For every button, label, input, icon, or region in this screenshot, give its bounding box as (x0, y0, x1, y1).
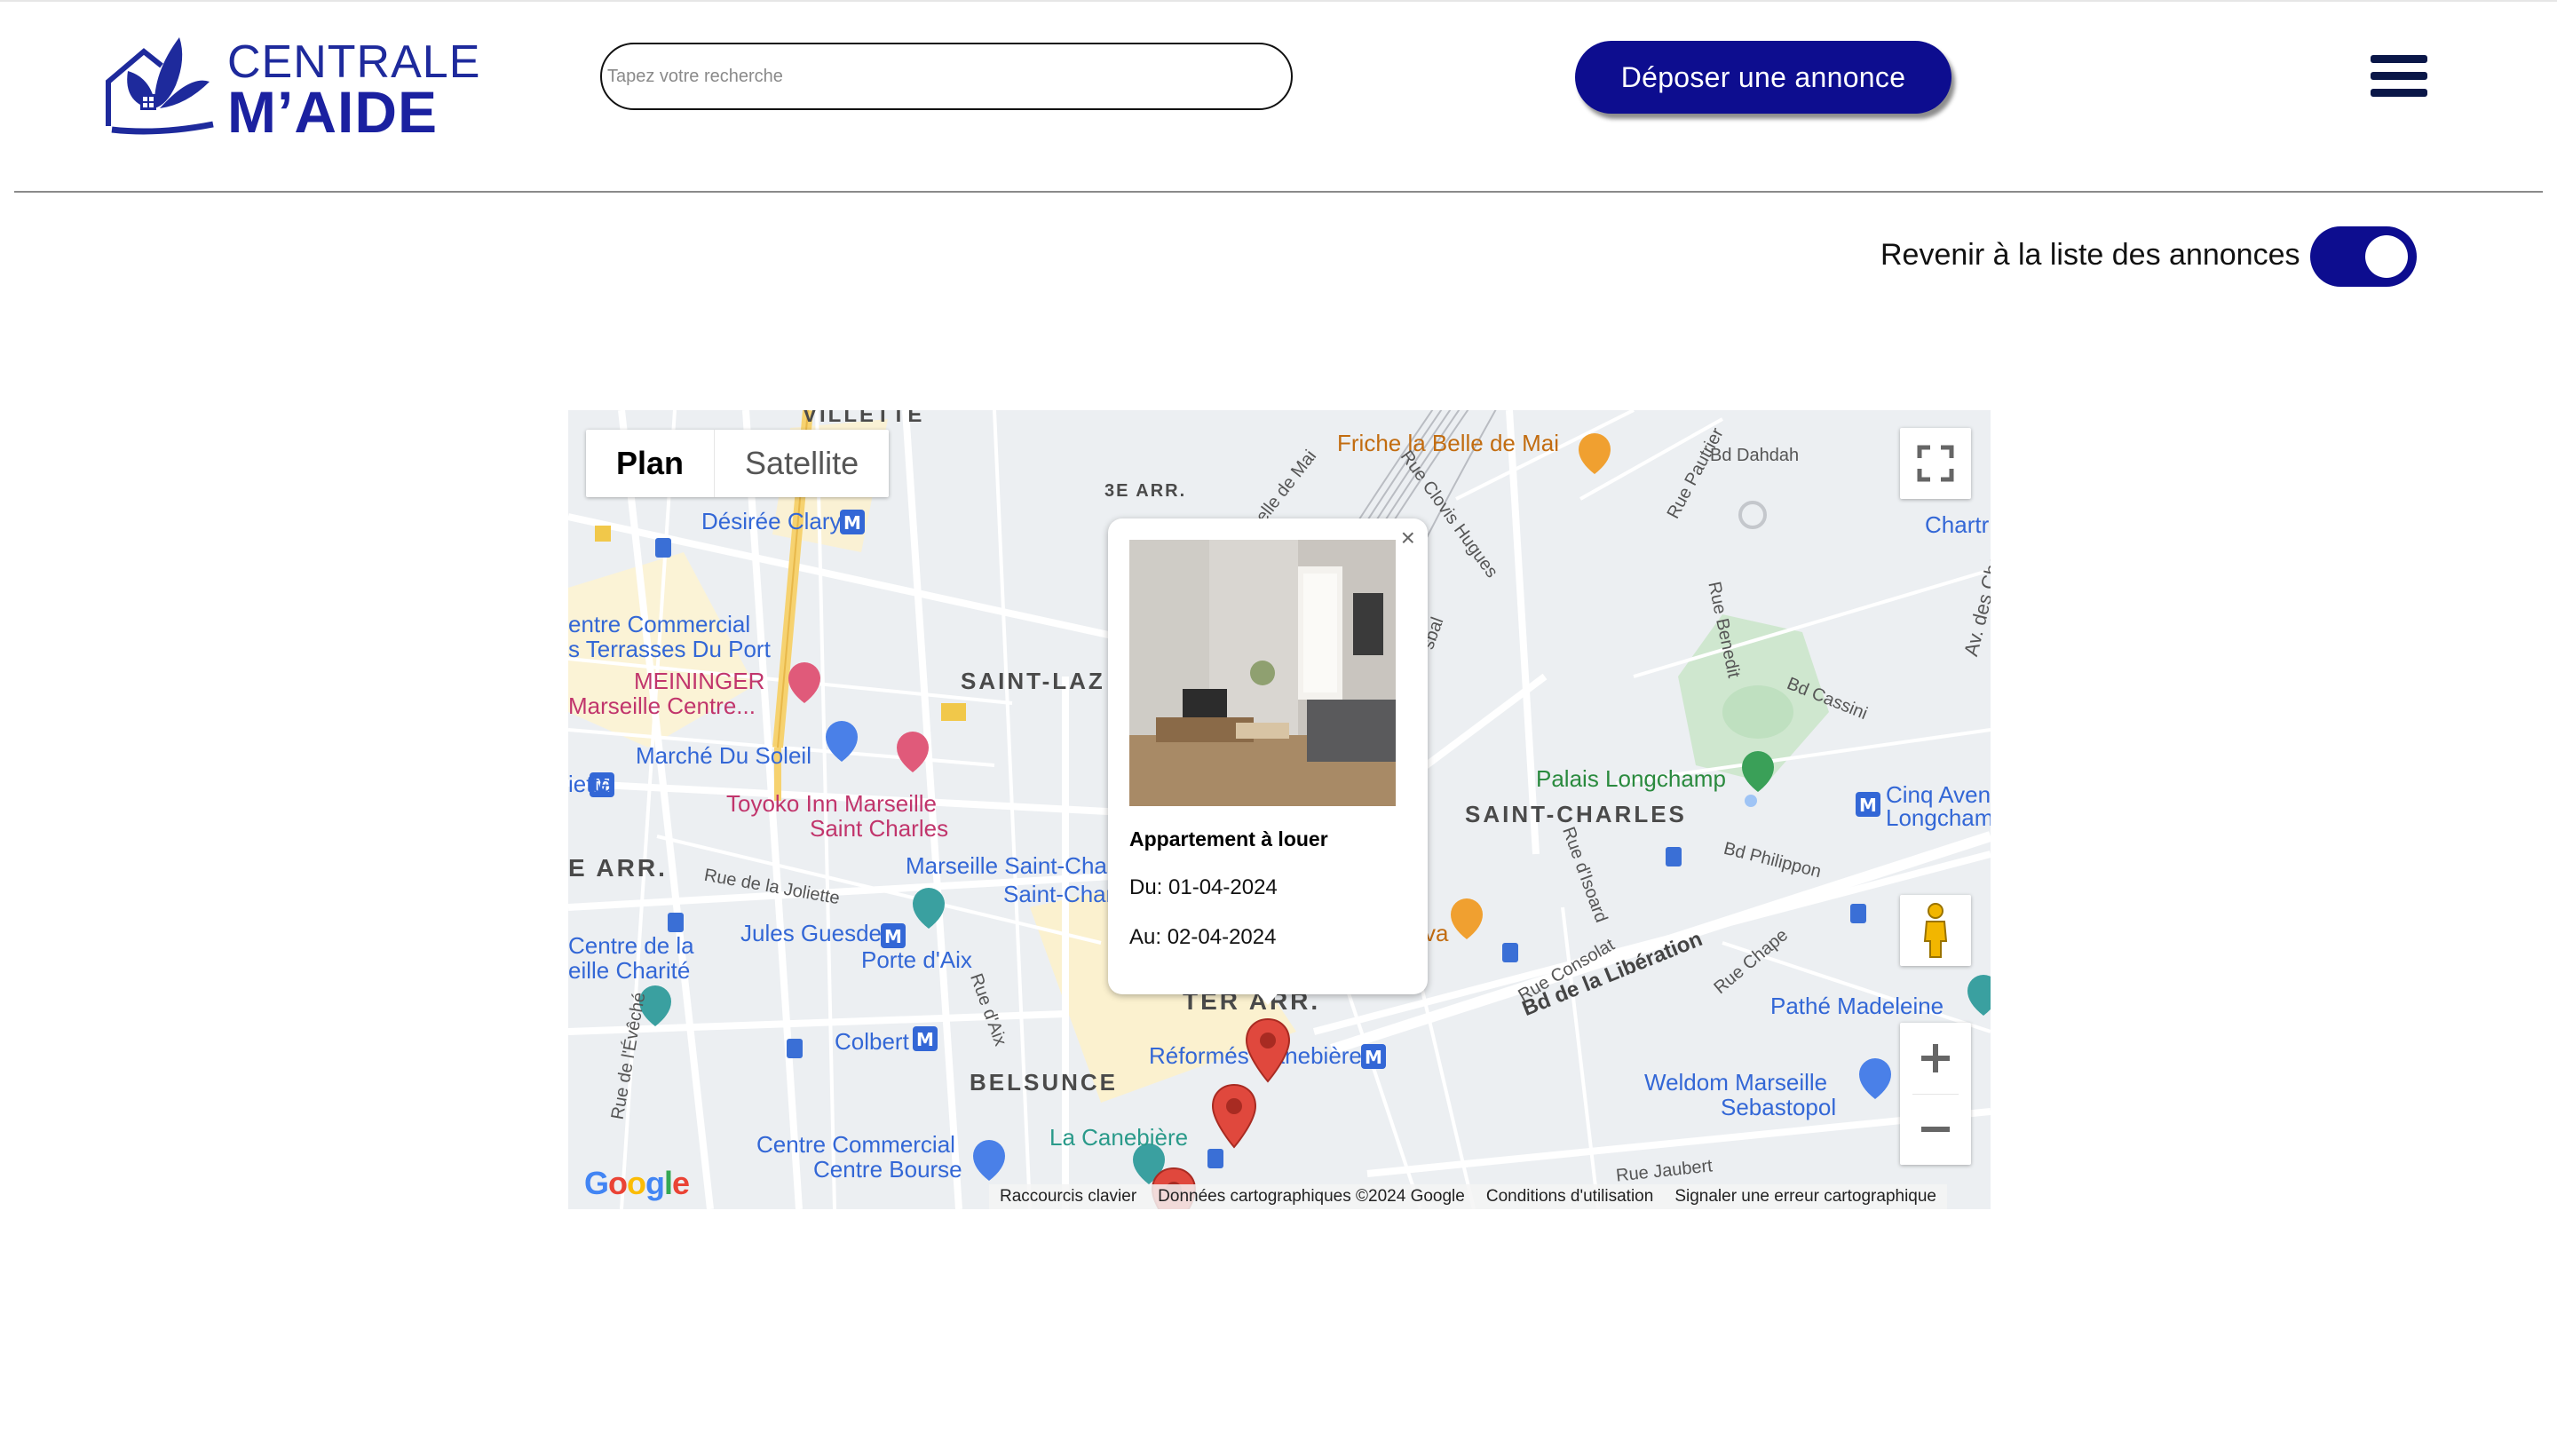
zoom-in-button[interactable] (1900, 1023, 1971, 1094)
apartment-photo-image (1129, 540, 1396, 806)
label-cc-line2: s Terrasses Du Port (568, 636, 771, 662)
top-border (0, 0, 2557, 2)
fullscreen-icon (1917, 445, 1954, 482)
toggle-knob (2365, 235, 2408, 278)
terms-link[interactable]: Conditions d'utilisation (1486, 1187, 1653, 1207)
map-type-control: Plan Satellite (586, 430, 890, 497)
google-logo[interactable]: Google (584, 1165, 690, 1202)
map-attribution-bar: Raccourcis clavier Données cartographiqu… (989, 1184, 1947, 1209)
label-arr-e: E ARR. (568, 854, 668, 882)
header-divider (14, 191, 2543, 193)
site-logo[interactable]: CENTRALE M’AIDE (105, 20, 479, 145)
street-view-button[interactable] (1900, 895, 1971, 966)
toggle-label: Revenir à la liste des annonces (1880, 238, 2300, 272)
zoom-out-button[interactable] (1900, 1094, 1971, 1165)
svg-text:M: M (843, 512, 861, 534)
post-ad-button[interactable]: Déposer une annonce (1575, 41, 1951, 114)
label-cc-line1: entre Commercial (568, 611, 751, 637)
map-type-plan-button[interactable]: Plan (586, 430, 714, 497)
label-chartr: Chartr (1925, 511, 1990, 538)
label-dahdah: Bd Dahdah (1710, 446, 1800, 465)
svg-text:M: M (916, 1029, 934, 1050)
label-3e-arr: 3E ARR. (1104, 481, 1187, 501)
label-porte-d-aix: Porte d'Aix (861, 946, 972, 973)
search-input[interactable] (600, 43, 1293, 110)
label-jules-guesde: Jules Guesde (740, 920, 882, 946)
label-centre-bourse-1: Centre Commercial (756, 1131, 955, 1158)
label-colbert: Colbert (835, 1028, 909, 1055)
map-type-satellite-button[interactable]: Satellite (714, 430, 889, 497)
keyboard-shortcuts-link[interactable]: Raccourcis clavier (1000, 1187, 1136, 1207)
listing-end-date: Au: 02-04-2024 (1129, 925, 1277, 949)
svg-text:M: M (884, 926, 902, 947)
label-cinq-avenues-2: Longcham (1886, 804, 1991, 831)
label-weldom-2: Sebastopol (1721, 1094, 1837, 1120)
label-belsunce: BELSUNCE (970, 1069, 1119, 1096)
listing-info-window[interactable]: × Appartement à louer Du: 01-04-2024 Au:… (1108, 518, 1428, 1005)
report-error-link[interactable]: Signaler une erreur cartographique (1674, 1187, 1936, 1207)
zoom-control (1900, 1023, 1971, 1165)
info-window-tail (1254, 989, 1282, 1005)
label-toyoko-1: Toyoko Inn Marseille (726, 790, 937, 817)
svg-text:M: M (1365, 1047, 1382, 1068)
map-pin-1[interactable] (1245, 1017, 1291, 1083)
label-marseille-saint-charles-2: Saint-Char (1003, 881, 1114, 907)
label-palais-longchamp: Palais Longchamp (1536, 765, 1726, 792)
label-saint-laz: SAINT-LAZ (961, 668, 1105, 694)
label-desiree-clary: Désirée Clary (701, 508, 842, 534)
label-va: va (1424, 920, 1449, 946)
logo-emblem-icon (106, 37, 214, 135)
listing-title: Appartement à louer (1129, 827, 1328, 851)
label-marseille-saint-charles-1: Marseille Saint-Char (906, 852, 1115, 879)
fullscreen-button[interactable] (1900, 428, 1971, 499)
label-centre-bourse-2: Centre Bourse (813, 1156, 962, 1183)
label-la-canebiere: La Canebière (1049, 1124, 1189, 1151)
label-weldom-1: Weldom Marseille (1644, 1069, 1828, 1096)
label-meininger-2: Marseille Centre... (568, 692, 756, 719)
map-pin-2[interactable] (1211, 1083, 1257, 1149)
label-meininger-1: MEININGER (634, 668, 765, 694)
minus-icon (1921, 1127, 1950, 1132)
close-icon[interactable]: × (1401, 524, 1415, 552)
label-charite-2: eille Charité (568, 957, 691, 984)
label-charite-1: Centre de la (568, 932, 694, 959)
plus-icon (1921, 1044, 1950, 1072)
map-data-text: Données cartographiques ©2024 Google (1158, 1187, 1465, 1206)
label-pathe-madeleine: Pathé Madeleine (1770, 993, 1944, 1019)
zoom-separator (1912, 1094, 1959, 1095)
label-toyoko-2: Saint Charles (810, 815, 949, 842)
map-container[interactable]: MMM MMM VILLETTE 3E ARR. Friche la Belle… (568, 410, 1991, 1209)
logo-line-2: M’AIDE (227, 79, 438, 145)
listing-photo[interactable] (1129, 540, 1396, 806)
hamburger-menu-icon[interactable] (2371, 55, 2427, 103)
label-iette: iette (568, 771, 613, 797)
svg-text:M: M (1859, 795, 1877, 816)
label-villette: VILLETTE (803, 410, 925, 427)
label-marche-du-soleil: Marché Du Soleil (636, 742, 811, 769)
label-friche: Friche la Belle de Mai (1337, 430, 1559, 456)
list-view-toggle[interactable] (2310, 226, 2417, 287)
listing-start-date: Du: 01-04-2024 (1129, 875, 1278, 899)
pegman-icon (1923, 903, 1948, 958)
